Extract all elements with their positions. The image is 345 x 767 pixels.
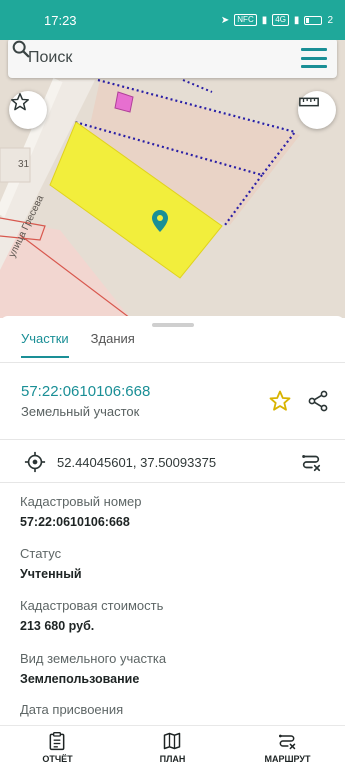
tab-parcels[interactable]: Участки: [0, 332, 69, 362]
sheet-drag-handle[interactable]: [152, 323, 194, 327]
nav-plan-label: ПЛАН: [159, 754, 186, 764]
divider: [0, 439, 345, 440]
map-house-number: 31: [18, 159, 30, 170]
parcel-number-link[interactable]: 57:22:0610106:668: [21, 383, 150, 400]
hamburger-menu-icon[interactable]: [301, 48, 327, 68]
field-value-cadastral-value: 213 680 руб.: [20, 619, 95, 633]
divider: [0, 482, 345, 483]
coordinates-text[interactable]: 52.44045601, 37.50093375: [57, 455, 216, 470]
favorite-star-icon[interactable]: [268, 389, 292, 413]
map-plan-icon: [163, 732, 181, 750]
coordinates-row: 52.44045601, 37.50093375: [0, 442, 345, 482]
field-label-cadastral-value: Кадастровая стоимость: [20, 598, 164, 613]
nav-plan[interactable]: ПЛАН: [115, 726, 230, 767]
field-label-cadastral-number: Кадастровый номер: [20, 494, 142, 509]
field-value-land-type: Землепользование: [20, 672, 140, 686]
signal-bars-icon: ▮: [293, 14, 300, 26]
ruler-icon: [299, 97, 319, 107]
map-view[interactable]: улица Гресева 31 Поиск: [0, 40, 345, 318]
report-icon: [49, 732, 65, 751]
signal-icon: ▮: [261, 14, 268, 26]
favorite-map-button[interactable]: [9, 91, 47, 129]
status-bar: 17:23 ➤ NFC ▮ 4G ▮ 2: [0, 0, 345, 40]
tabs: Участки Здания: [0, 332, 345, 362]
parcel-type: Земельный участок: [21, 404, 140, 419]
status-icons: ➤ NFC ▮ 4G ▮ 2: [221, 14, 333, 26]
nav-report[interactable]: ОТЧЁТ: [0, 726, 115, 767]
status-time: 17:23: [44, 12, 77, 28]
battery-percent: 2: [327, 14, 333, 26]
share-icon[interactable]: [306, 389, 330, 413]
target-location-icon[interactable]: [24, 451, 46, 473]
search-icon[interactable]: [10, 40, 32, 60]
nav-route[interactable]: МАРШРУТ: [230, 726, 345, 767]
field-value-cadastral-number: 57:22:0610106:668: [20, 515, 130, 529]
details-sheet: Участки Здания 57:22:0610106:668 Земельн…: [0, 316, 345, 725]
route-nav-icon: [279, 734, 296, 750]
nfc-badge: NFC: [234, 14, 257, 26]
map-canvas: улица Гресева 31: [0, 40, 345, 318]
route-icon[interactable]: [300, 451, 322, 473]
bottom-nav: ОТЧЁТ ПЛАН МАРШРУТ: [0, 725, 345, 767]
search-bar[interactable]: Поиск: [8, 40, 337, 78]
tab-buildings[interactable]: Здания: [69, 332, 135, 362]
field-label-land-type: Вид земельного участка: [20, 651, 167, 666]
star-outline-icon: [11, 93, 29, 111]
tabs-divider: [0, 362, 345, 363]
field-label-assignment-date: Дата присвоения: [20, 702, 124, 717]
ruler-button[interactable]: [298, 91, 336, 129]
nav-report-label: ОТЧЁТ: [42, 754, 73, 764]
location-arrow-icon: ➤: [220, 14, 230, 26]
nav-route-label: МАРШРУТ: [264, 754, 311, 764]
battery-icon: [304, 15, 323, 25]
network-badge: 4G: [272, 14, 289, 26]
search-input[interactable]: Поиск: [28, 49, 301, 67]
field-label-status: Статус: [20, 546, 62, 561]
field-value-status: Учтенный: [20, 567, 82, 581]
